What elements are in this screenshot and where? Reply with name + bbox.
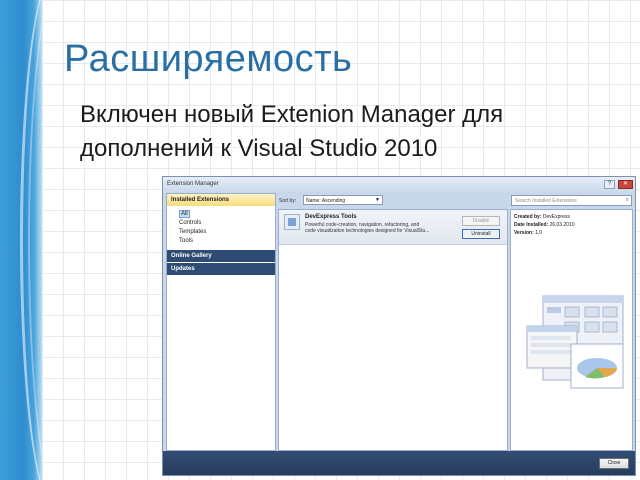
decorative-left-band <box>0 0 42 480</box>
slide-title: Расширяемость <box>64 38 353 80</box>
slide-body-text: Включен новый Extenion Manager для допол… <box>80 98 503 166</box>
uninstall-button[interactable]: Uninstall <box>462 229 500 239</box>
detail-date-installed: Date Installed: 26.03.2010 <box>514 222 575 228</box>
sidebar-item-all[interactable]: All <box>179 210 190 218</box>
created-by-label: Created by: <box>514 214 542 220</box>
disable-button[interactable]: Disable <box>462 216 500 226</box>
extension-icon <box>284 214 300 230</box>
extension-desc-line-2: code visualization technologies designed… <box>305 228 430 234</box>
search-input[interactable]: Search Installed Extensions ⌕ <box>511 195 632 206</box>
extension-manager-window: Extension Manager ? ✕ Installed Extensio… <box>162 176 636 476</box>
chevron-down-icon: ▼ <box>375 197 380 203</box>
sort-label: Sort by: <box>279 198 297 204</box>
window-close-button[interactable]: ✕ <box>618 180 633 189</box>
slide-text-line-1: Включен новый Extenion Manager для <box>80 101 504 128</box>
window-title: Extension Manager <box>167 181 219 187</box>
band-highlight <box>34 0 42 480</box>
extension-name: DevExpress Tools <box>305 214 357 220</box>
detail-created-by: Created by: DevExpress <box>514 214 570 220</box>
date-installed-value: 26.03.2010 <box>549 222 575 228</box>
slide-text-line-2: дополнений к Visual Studio 2010 <box>80 135 438 162</box>
search-icon[interactable]: ⌕ <box>626 197 629 204</box>
help-button[interactable]: ? <box>604 180 615 189</box>
extensions-list: DevExpress Tools Powerful code-creation,… <box>278 209 508 451</box>
close-button[interactable]: Close <box>599 458 629 469</box>
sidebar-online-gallery[interactable]: Online Gallery <box>167 250 275 262</box>
detail-version: Version: 1.0 <box>514 230 542 236</box>
version-label: Version: <box>514 230 534 236</box>
window-bottom-bar: Close <box>163 451 635 475</box>
sort-value: Name: Ascending <box>306 198 346 204</box>
version-value: 1.0 <box>535 230 543 236</box>
sort-dropdown[interactable]: Name: Ascending ▼ <box>303 195 383 205</box>
sidebar-item-templates[interactable]: Templates <box>179 229 206 235</box>
extension-preview-image <box>526 295 624 389</box>
details-panel: Created by: DevExpress Date Installed: 2… <box>510 209 633 451</box>
sidebar-installed-extensions[interactable]: Installed Extensions <box>167 194 275 206</box>
sidebar-item-controls[interactable]: Controls <box>179 220 201 226</box>
sidebar-updates[interactable]: Updates <box>167 263 275 275</box>
created-by-value: DevExpress <box>542 214 570 220</box>
sidebar-item-tools[interactable]: Tools <box>179 238 193 244</box>
window-titlebar: Extension Manager ? ✕ <box>163 177 635 192</box>
sidebar: Installed Extensions All Controls Templa… <box>166 193 276 451</box>
extension-description: Powerful code-creation, navigation, refa… <box>305 222 460 234</box>
date-installed-label: Date Installed: <box>514 222 549 228</box>
search-placeholder: Search Installed Extensions <box>515 198 577 204</box>
list-item[interactable]: DevExpress Tools Powerful code-creation,… <box>279 210 507 245</box>
